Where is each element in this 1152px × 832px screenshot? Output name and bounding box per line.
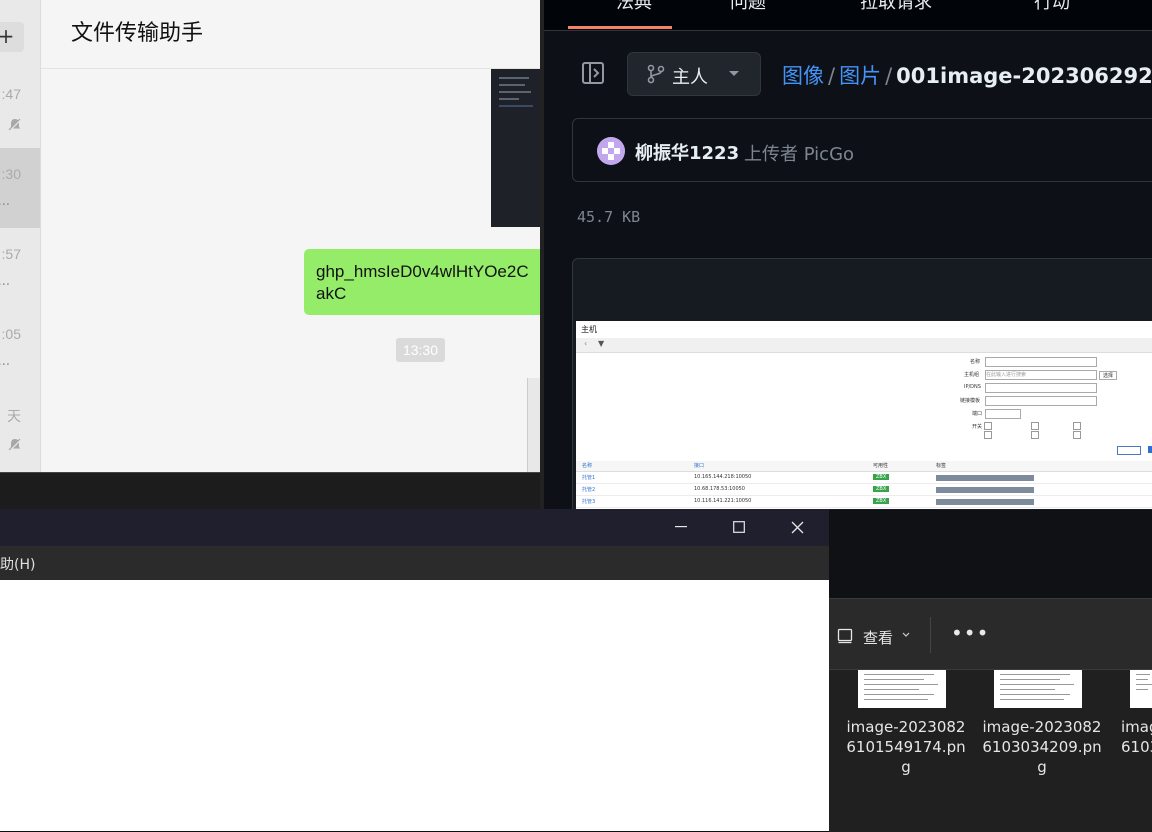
chat-list-item[interactable]: 天 — [0, 388, 40, 468]
preview-table-row: 托管3 10.116.141.221:10050 ZBX — [576, 497, 1152, 508]
tab-code[interactable]: 法典 — [616, 0, 652, 14]
caret-down-icon — [729, 71, 739, 76]
editor-window: 助(H) — [0, 509, 829, 831]
minimize-icon — [675, 526, 687, 528]
side-panel-icon[interactable] — [578, 58, 608, 88]
message-text: ghp_hmsIeD0v4wlHtYOe2C akC — [316, 262, 529, 303]
chat-time: :30 — [1, 166, 21, 182]
file-thumbnail[interactable] — [994, 670, 1082, 708]
preview-table-header: 名称 接口 可用性 标签 — [576, 461, 1152, 472]
add-chat-button[interactable]: + — [0, 22, 24, 52]
breadcrumb-file: 001image-2023062923448 — [896, 64, 1152, 88]
chat-list-item[interactable]: :05 ... — [0, 308, 40, 388]
preview-title: 主机 — [581, 325, 597, 334]
mute-icon — [8, 118, 22, 132]
maximize-icon — [733, 521, 745, 533]
editor-text-area[interactable] — [0, 580, 829, 831]
preview-filter-bar: ‹ ▼ — [576, 338, 1152, 353]
menu-help[interactable]: 助(H) — [0, 554, 35, 574]
file-size: 45.7 KB — [577, 208, 641, 226]
close-icon — [791, 521, 804, 534]
chat-list-item[interactable]: :30 ... — [0, 148, 40, 228]
chat-title: 文件传输助手 — [71, 21, 204, 46]
chat-header: 文件传输助手 — [41, 0, 541, 69]
minimize-button[interactable] — [652, 509, 710, 546]
chat-time: :57 — [1, 246, 21, 262]
tab-pull-requests[interactable]: 拉取请求 — [860, 0, 932, 14]
message-timestamp: 13:30 — [396, 338, 445, 362]
form-label: IP/DNS — [964, 384, 981, 390]
chat-time: :47 — [1, 86, 21, 102]
image-message[interactable] — [527, 378, 541, 474]
file-thumbnail[interactable] — [1130, 670, 1152, 708]
commit-author[interactable]: 柳振华1223 — [635, 139, 739, 165]
form-label: 开关 — [972, 424, 983, 430]
close-button[interactable] — [768, 509, 826, 546]
form-label: 端口 — [972, 411, 983, 417]
preview-field: 在此输入进行搜索 — [985, 370, 1097, 380]
preview-select-button: 选择 — [1099, 371, 1118, 380]
preview-table-row: 托管2 10.68.178.53:10050 ZBX — [576, 485, 1152, 496]
chat-time: 天 — [7, 408, 21, 424]
wechat-window: + :47 :30 ... :57 ... :05 ... 天 — [0, 0, 541, 474]
avatar[interactable] — [597, 137, 625, 165]
preview-field — [985, 383, 1097, 393]
maximize-button[interactable] — [710, 509, 768, 546]
file-thumbnail[interactable] — [858, 670, 946, 708]
preview-field — [985, 396, 1097, 406]
branch-selector[interactable]: 主人 — [627, 52, 761, 96]
breadcrumb-root-link[interactable]: 图像 — [782, 64, 824, 88]
view-menu-button[interactable]: 查看 — [863, 627, 893, 648]
image-preview: 主机 ‹ ▼ 名称 主机组 在此输入进行搜索 选择 IP/DNS 链接模板 端口… — [572, 258, 1152, 510]
mute-icon — [8, 438, 22, 452]
preview-table-row: 托管1 10.165.144.218:10050 ZBX — [576, 473, 1152, 484]
tab-actions[interactable]: 行动 — [1034, 0, 1070, 14]
branch-name: 主人 — [672, 67, 708, 88]
file-name[interactable]: image-2023082 6101549174.pn g — [846, 717, 966, 777]
latest-commit-box: 柳振华1223 上传者 PicGo — [572, 118, 1152, 182]
form-label: 链接模板 — [960, 398, 981, 404]
toolbar-divider — [930, 617, 931, 653]
chat-list-item[interactable]: :47 — [0, 68, 40, 148]
github-window: 法典 问题 拉取请求 行动 主人 图像 / 图片/001image-20230629… — [540, 0, 1152, 510]
menu-bar: 助(H) — [0, 546, 829, 580]
view-icon — [837, 628, 853, 644]
file-name[interactable]: imag 6103 — [1121, 717, 1152, 757]
commit-message: 上传者 PicGo — [744, 144, 855, 165]
chat-preview: ... — [0, 274, 10, 289]
file-name[interactable]: image-2023082 6103034209.pn g — [982, 717, 1102, 777]
repo-nav-tabs: 法典 问题 拉取请求 行动 — [544, 0, 1152, 31]
chat-time: :05 — [1, 326, 21, 342]
message-bubble[interactable]: ghp_hmsIeD0v4wlHtYOe2C akC — [304, 249, 541, 315]
breadcrumb: 图像/图片/001image-2023062923448 — [782, 60, 1152, 90]
active-tab-indicator — [568, 26, 672, 29]
chat-list-item[interactable]: :57 ... — [0, 228, 40, 308]
chat-preview: ... — [0, 194, 10, 209]
branch-icon — [647, 64, 665, 84]
image-message[interactable] — [491, 69, 541, 227]
tab-issues[interactable]: 问题 — [730, 0, 766, 14]
chat-preview: ... — [0, 354, 10, 369]
form-label: 主机组 — [964, 372, 980, 378]
preview-field — [985, 357, 1097, 367]
chevron-down-icon — [902, 632, 910, 637]
more-options-button[interactable]: ••• — [951, 621, 989, 645]
form-label: 名称 — [970, 359, 981, 365]
taskbar-strip — [0, 472, 541, 513]
chat-list-sidebar: + :47 :30 ... :57 ... :05 ... 天 — [0, 0, 41, 474]
file-explorer-window: 查看 ••• image-2023082 6101549174.pn g ima… — [829, 598, 1152, 832]
window-titlebar[interactable] — [0, 509, 829, 546]
explorer-toolbar: 查看 ••• — [829, 599, 1152, 670]
preview-field — [985, 409, 1021, 419]
preview-screenshot: 主机 ‹ ▼ 名称 主机组 在此输入进行搜索 选择 IP/DNS 链接模板 端口… — [576, 321, 1152, 509]
breadcrumb-folder-link[interactable]: 图片 — [839, 64, 881, 88]
